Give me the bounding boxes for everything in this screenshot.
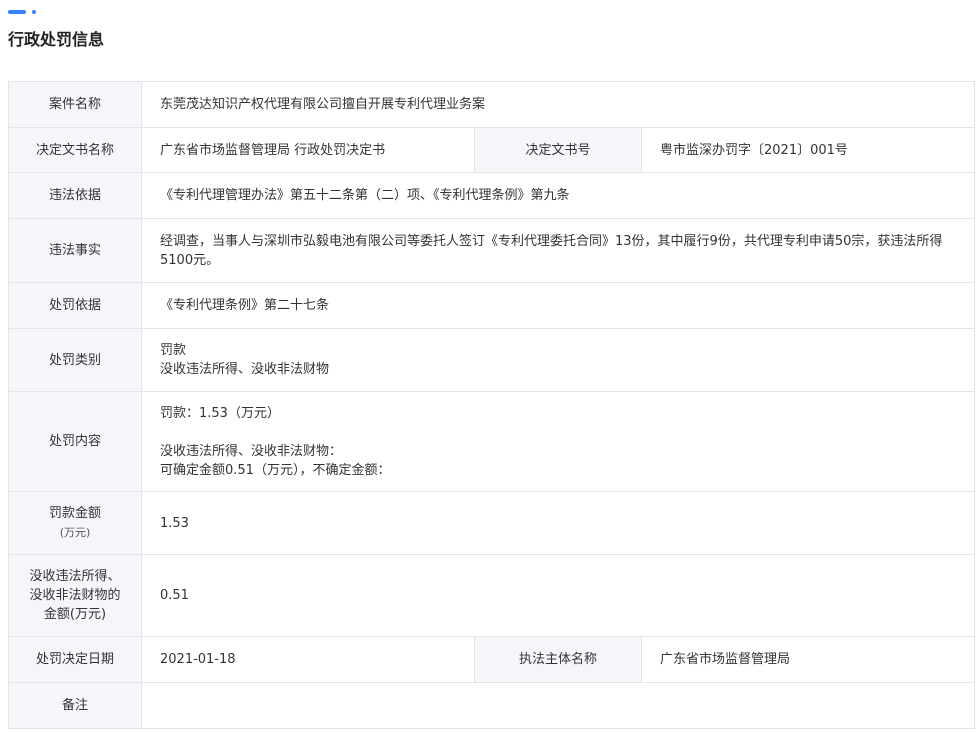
accent-bar [8, 10, 26, 14]
penalty-type-line-2: 没收违法所得、没收非法财物 [160, 362, 330, 377]
row-penalty-content: 处罚内容 罚款：1.53（万元） 没收违法所得、没收非法财物： 可确定金额0.5… [8, 391, 975, 492]
authority-value: 广东省市场监督管理局 [641, 636, 975, 683]
decision-doc-name-value: 广东省市场监督管理局 行政处罚决定书 [141, 127, 475, 173]
row-decision-doc: 决定文书名称 广东省市场监督管理局 行政处罚决定书 决定文书号 粤市监深办罚字〔… [8, 127, 975, 173]
confiscation-amount-label-3: 金额(万元) [43, 607, 107, 622]
section-accent [8, 10, 38, 14]
penalty-basis-label: 处罚依据 [8, 282, 142, 329]
row-penalty-basis: 处罚依据 《专利代理条例》第二十七条 [8, 282, 975, 329]
row-case-name: 案件名称 东莞茂达知识产权代理有限公司擅自开展专利代理业务案 [8, 81, 975, 128]
row-penalty-type: 处罚类别 罚款 没收违法所得、没收非法财物 [8, 328, 975, 392]
penalty-info-table: 案件名称 东莞茂达知识产权代理有限公司擅自开展专利代理业务案 决定文书名称 广东… [8, 81, 975, 729]
decision-doc-name-label: 决定文书名称 [8, 127, 142, 173]
row-violation-facts: 违法事实 经调查，当事人与深圳市弘毅电池有限公司等委托人签订《专利代理委托合同》… [8, 218, 975, 283]
violation-facts-value: 经调查，当事人与深圳市弘毅电池有限公司等委托人签订《专利代理委托合同》13份，其… [141, 218, 975, 283]
confiscation-amount-label-2: 没收非法财物的 [29, 588, 121, 603]
penalty-content-label: 处罚内容 [8, 391, 142, 492]
case-name-label: 案件名称 [8, 81, 142, 128]
penalty-type-label: 处罚类别 [8, 328, 142, 392]
decision-doc-number-label: 决定文书号 [474, 127, 642, 173]
decision-date-label: 处罚决定日期 [8, 636, 142, 683]
row-fine-amount: 罚款金额 (万元) 1.53 [8, 491, 975, 555]
row-remarks: 备注 [8, 682, 975, 729]
confiscation-amount-label-1: 没收违法所得、 [29, 569, 121, 584]
remarks-value [141, 682, 975, 729]
accent-dot [32, 10, 36, 14]
section-title: 行政处罚信息 [8, 30, 105, 49]
penalty-type-value: 罚款 没收违法所得、没收非法财物 [141, 328, 975, 392]
violation-basis-value: 《专利代理管理办法》第五十二条第（二）项、《专利代理条例》第九条 [141, 172, 975, 219]
penalty-content-line-3: 可确定金额0.51（万元），不确定金额： [160, 462, 391, 478]
row-decision-date: 处罚决定日期 2021-01-18 执法主体名称 广东省市场监督管理局 [8, 636, 975, 683]
remarks-label: 备注 [8, 682, 142, 729]
confiscation-amount-value: 0.51 [141, 554, 975, 637]
penalty-content-gap [160, 423, 956, 442]
violation-facts-label: 违法事实 [8, 218, 142, 283]
row-violation-basis: 违法依据 《专利代理管理办法》第五十二条第（二）项、《专利代理条例》第九条 [8, 172, 975, 219]
fine-amount-label-cell: 罚款金额 (万元) [8, 491, 142, 555]
case-name-value: 东莞茂达知识产权代理有限公司擅自开展专利代理业务案 [141, 81, 975, 128]
penalty-content-line-1: 罚款：1.53（万元） [160, 405, 280, 421]
row-confiscation-amount: 没收违法所得、 没收非法财物的 金额(万元) 0.51 [8, 554, 975, 637]
violation-basis-label: 违法依据 [8, 172, 142, 219]
fine-amount-value: 1.53 [141, 491, 975, 555]
penalty-type-line-1: 罚款 [160, 343, 187, 358]
penalty-basis-value: 《专利代理条例》第二十七条 [141, 282, 975, 329]
decision-doc-number-value: 粤市监深办罚字〔2021〕001号 [641, 127, 975, 173]
penalty-content-value: 罚款：1.53（万元） 没收违法所得、没收非法财物： 可确定金额0.51（万元）… [141, 391, 975, 492]
fine-amount-label: 罚款金额 [48, 506, 101, 521]
penalty-content-line-2: 没收违法所得、没收非法财物： [160, 443, 343, 459]
authority-label: 执法主体名称 [474, 636, 642, 683]
fine-amount-unit: (万元) [59, 526, 91, 539]
decision-date-value: 2021-01-18 [141, 636, 475, 683]
confiscation-amount-label-cell: 没收违法所得、 没收非法财物的 金额(万元) [8, 554, 142, 637]
